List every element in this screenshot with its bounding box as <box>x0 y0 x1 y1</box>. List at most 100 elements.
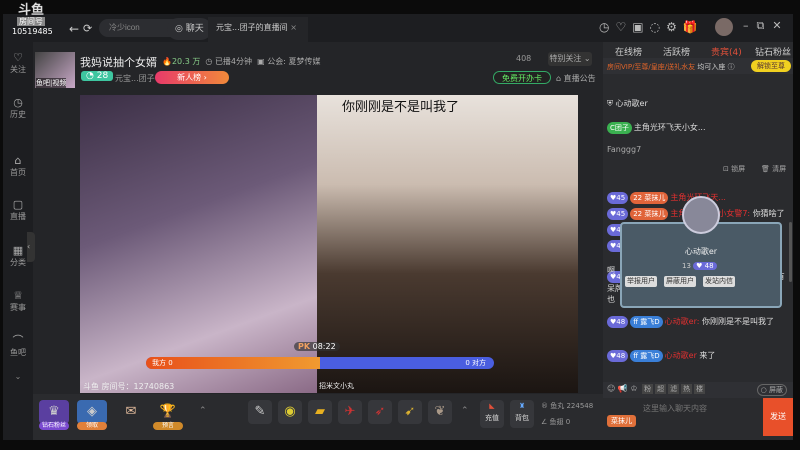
stream-stats: 🔥20.3 万 ◷ 已播4分钟 ▣ 公会: 夏梦传媒 <box>162 57 321 66</box>
video-player[interactable]: 你刚刚是不是叫我了 PK 08:22 我方 0 0 对方 斗鱼 房间号：1274… <box>80 95 578 393</box>
vip-user[interactable]: ⛨ 心动歌er <box>607 98 787 110</box>
chat-filter-button[interactable]: 粉 <box>642 384 654 394</box>
report-user-button[interactable]: 举报用户 <box>625 276 657 287</box>
gift-item-rocket[interactable]: ➶ <box>368 400 392 424</box>
tab-online-rank[interactable]: 在线榜 <box>615 45 642 58</box>
block-user-button[interactable]: 屏蔽用户 <box>664 276 696 287</box>
video-caption: 你刚刚是不是叫我了 <box>342 100 460 115</box>
envelope-icon[interactable]: ✉ <box>119 400 143 424</box>
sidebar-item-history[interactable]: ◷ 历史 <box>3 97 33 120</box>
minimize-icon[interactable]: – <box>743 19 757 32</box>
claim-button[interactable]: ◈ 领取 <box>77 400 107 430</box>
clock-icon[interactable]: ◷ <box>599 20 615 34</box>
my-fan-badge[interactable]: 菜抹儿 <box>607 415 636 427</box>
chat-filter-button[interactable]: 热 <box>681 384 693 394</box>
chat-username[interactable]: 心动歌er: <box>665 317 700 326</box>
chevron-down-icon[interactable]: ⌄ <box>3 372 33 381</box>
opponent-name[interactable]: 招米文小丸 <box>319 381 354 391</box>
follow-button[interactable]: 特别关注 ⌄ <box>548 52 592 66</box>
sidebar-label: 赛事 <box>10 303 26 312</box>
claim-label: 领取 <box>77 422 107 430</box>
gift-item-plane[interactable]: ✈ <box>338 400 362 424</box>
prediction-button[interactable]: 🏆 预言 <box>153 400 183 430</box>
chat-tab[interactable]: ◎ 聊天 <box>167 18 212 40</box>
backpack-button[interactable]: ♜ 背包 <box>510 400 534 428</box>
tab-diamond-fans[interactable]: 钻石粉丝 <box>755 45 791 58</box>
backpack-label: 背包 <box>515 414 529 422</box>
announcement-button[interactable]: ⌂ 直播公告 <box>556 73 596 84</box>
fish-fin-value: 0 <box>565 418 571 426</box>
sidebar-label: 分类 <box>10 258 26 267</box>
sidebar-item-events[interactable]: ♕ 赛事 <box>3 290 33 313</box>
sidebar-item-live[interactable]: ▢ 直播 <box>3 199 33 222</box>
backpack-icon: ♜ <box>518 402 526 410</box>
app-window: ← ⟳ ⌕ ◎ 聊天 元宝...团子的直播间 × ◷♡▣◌⚙🎁 –⧉✕ ♡关注 … <box>3 14 793 440</box>
search-input[interactable] <box>109 23 169 32</box>
chevron-up-icon[interactable]: ⌃ <box>199 406 207 416</box>
gear-icon[interactable]: ⚙ <box>666 20 683 34</box>
heart-icon[interactable]: ♡ <box>615 20 632 34</box>
megaphone-icon[interactable]: 📢 <box>618 384 628 393</box>
gift-item-dragon[interactable]: ❦ <box>428 400 452 424</box>
chat-filter-button[interactable]: 滤 <box>668 384 680 394</box>
gift-item-ship[interactable]: ➹ <box>398 400 422 424</box>
message-icon[interactable]: ◌ <box>650 20 666 34</box>
chat-scrollbar[interactable] <box>789 222 792 282</box>
room-tab[interactable]: 元宝...团子的直播间 × <box>208 17 308 42</box>
user-card-popup: 心动歌er 13 ♥ 48 举报用户 屏蔽用户 发站内信 <box>620 196 782 308</box>
sidebar-item-fishbar[interactable]: ⌒ 鱼吧 <box>3 335 33 358</box>
vip-user[interactable]: C团子 主角光环飞天小女... <box>607 122 787 134</box>
fish-ball-balance: ® 鱼丸 224548 <box>541 402 594 410</box>
crown-icon[interactable]: ♔ <box>630 384 637 393</box>
chat-filter-button[interactable]: 楼 <box>694 384 706 394</box>
collapse-handle[interactable]: ‹ <box>27 232 35 262</box>
gift-item-bell[interactable]: ◉ <box>278 400 302 424</box>
lock-screen-label: 锁屏 <box>731 165 746 173</box>
send-message-button[interactable]: 发站内信 <box>703 276 735 287</box>
gift-icon[interactable]: 🎁 <box>683 20 704 34</box>
shield-toggle[interactable]: ○ 屏蔽 <box>756 384 787 396</box>
chat-input[interactable] <box>643 404 758 413</box>
trophy-icon: ♕ <box>13 289 23 302</box>
refresh-icon[interactable]: ⟳ <box>83 18 92 40</box>
send-button[interactable]: 发送 <box>763 398 793 436</box>
clear-screen-button[interactable]: 🗑 清屏 <box>761 164 786 174</box>
close-icon[interactable]: × <box>290 23 297 32</box>
stream-title: 我妈说抽个女婿 <box>80 56 157 69</box>
chevron-up-icon[interactable]: ⌃ <box>461 406 469 416</box>
chat-tab-label: 聊天 <box>185 24 204 34</box>
chat-text: 你猜啥了 <box>752 209 785 218</box>
streamer-name[interactable]: 元宝...团子 <box>115 73 155 84</box>
lock-screen-button[interactable]: ⊡ 锁屏 <box>723 164 745 174</box>
calendar-icon[interactable]: ▣ <box>632 20 649 34</box>
stream-thumbnail[interactable]: 鱼吧|视频 <box>35 52 75 88</box>
gift-item-wand[interactable]: ✎ <box>248 400 272 424</box>
gift-item-gold[interactable]: ▰ <box>308 400 332 424</box>
new-star-rank-button[interactable]: 新人榜 › <box>155 71 229 84</box>
fan-badge: 22 菜抹儿 <box>630 208 669 220</box>
top-bar: ← ⟳ ⌕ ◎ 聊天 元宝...团子的直播间 × ◷♡▣◌⚙🎁 –⧉✕ <box>3 14 793 42</box>
chat-username[interactable]: 心动歌er <box>665 351 697 360</box>
tab-vip[interactable]: 贵宾(4) <box>711 45 742 58</box>
close-window-icon[interactable]: ✕ <box>772 19 789 32</box>
vip-user-name[interactable]: Fanggg7 <box>607 144 787 156</box>
free-card-button[interactable]: 免费开办卡 <box>493 71 551 84</box>
tab-active-rank[interactable]: 活跃榜 <box>663 45 690 58</box>
sidebar-item-follow[interactable]: ♡ 关注 <box>3 52 33 75</box>
sidebar-item-home[interactable]: ⌂ 首页 <box>3 155 33 178</box>
thumbnail-label: 鱼吧|视频 <box>36 78 67 88</box>
recharge-button[interactable]: ◣ 充值 <box>480 400 504 428</box>
avatar[interactable] <box>715 18 733 36</box>
room-watermark: 斗鱼 房间号：12740863 <box>83 382 175 391</box>
vip-user-name: 心动歌er <box>615 99 648 108</box>
emoji-icon[interactable]: ☺ <box>607 384 615 393</box>
right-stream-video <box>317 95 578 393</box>
unlock-button[interactable]: 解锁至尊 <box>751 60 791 72</box>
diamond-fan-button[interactable]: ♛ 钻石粉丝 <box>39 400 69 430</box>
left-stream-video <box>80 95 317 393</box>
back-icon[interactable]: ← <box>69 18 79 40</box>
gift-bar: ♛ 钻石粉丝 ◈ 领取 ✉ 🏆 预言 ⌃ ✎ ◉ ▰ ✈ ➶ ➹ ❦ ⌃ ◣ 充值 ♜ 背… <box>33 394 603 440</box>
chat-filter-button[interactable]: 超 <box>655 384 667 394</box>
sidebar-label: 首页 <box>10 168 26 177</box>
restore-icon[interactable]: ⧉ <box>757 19 773 32</box>
